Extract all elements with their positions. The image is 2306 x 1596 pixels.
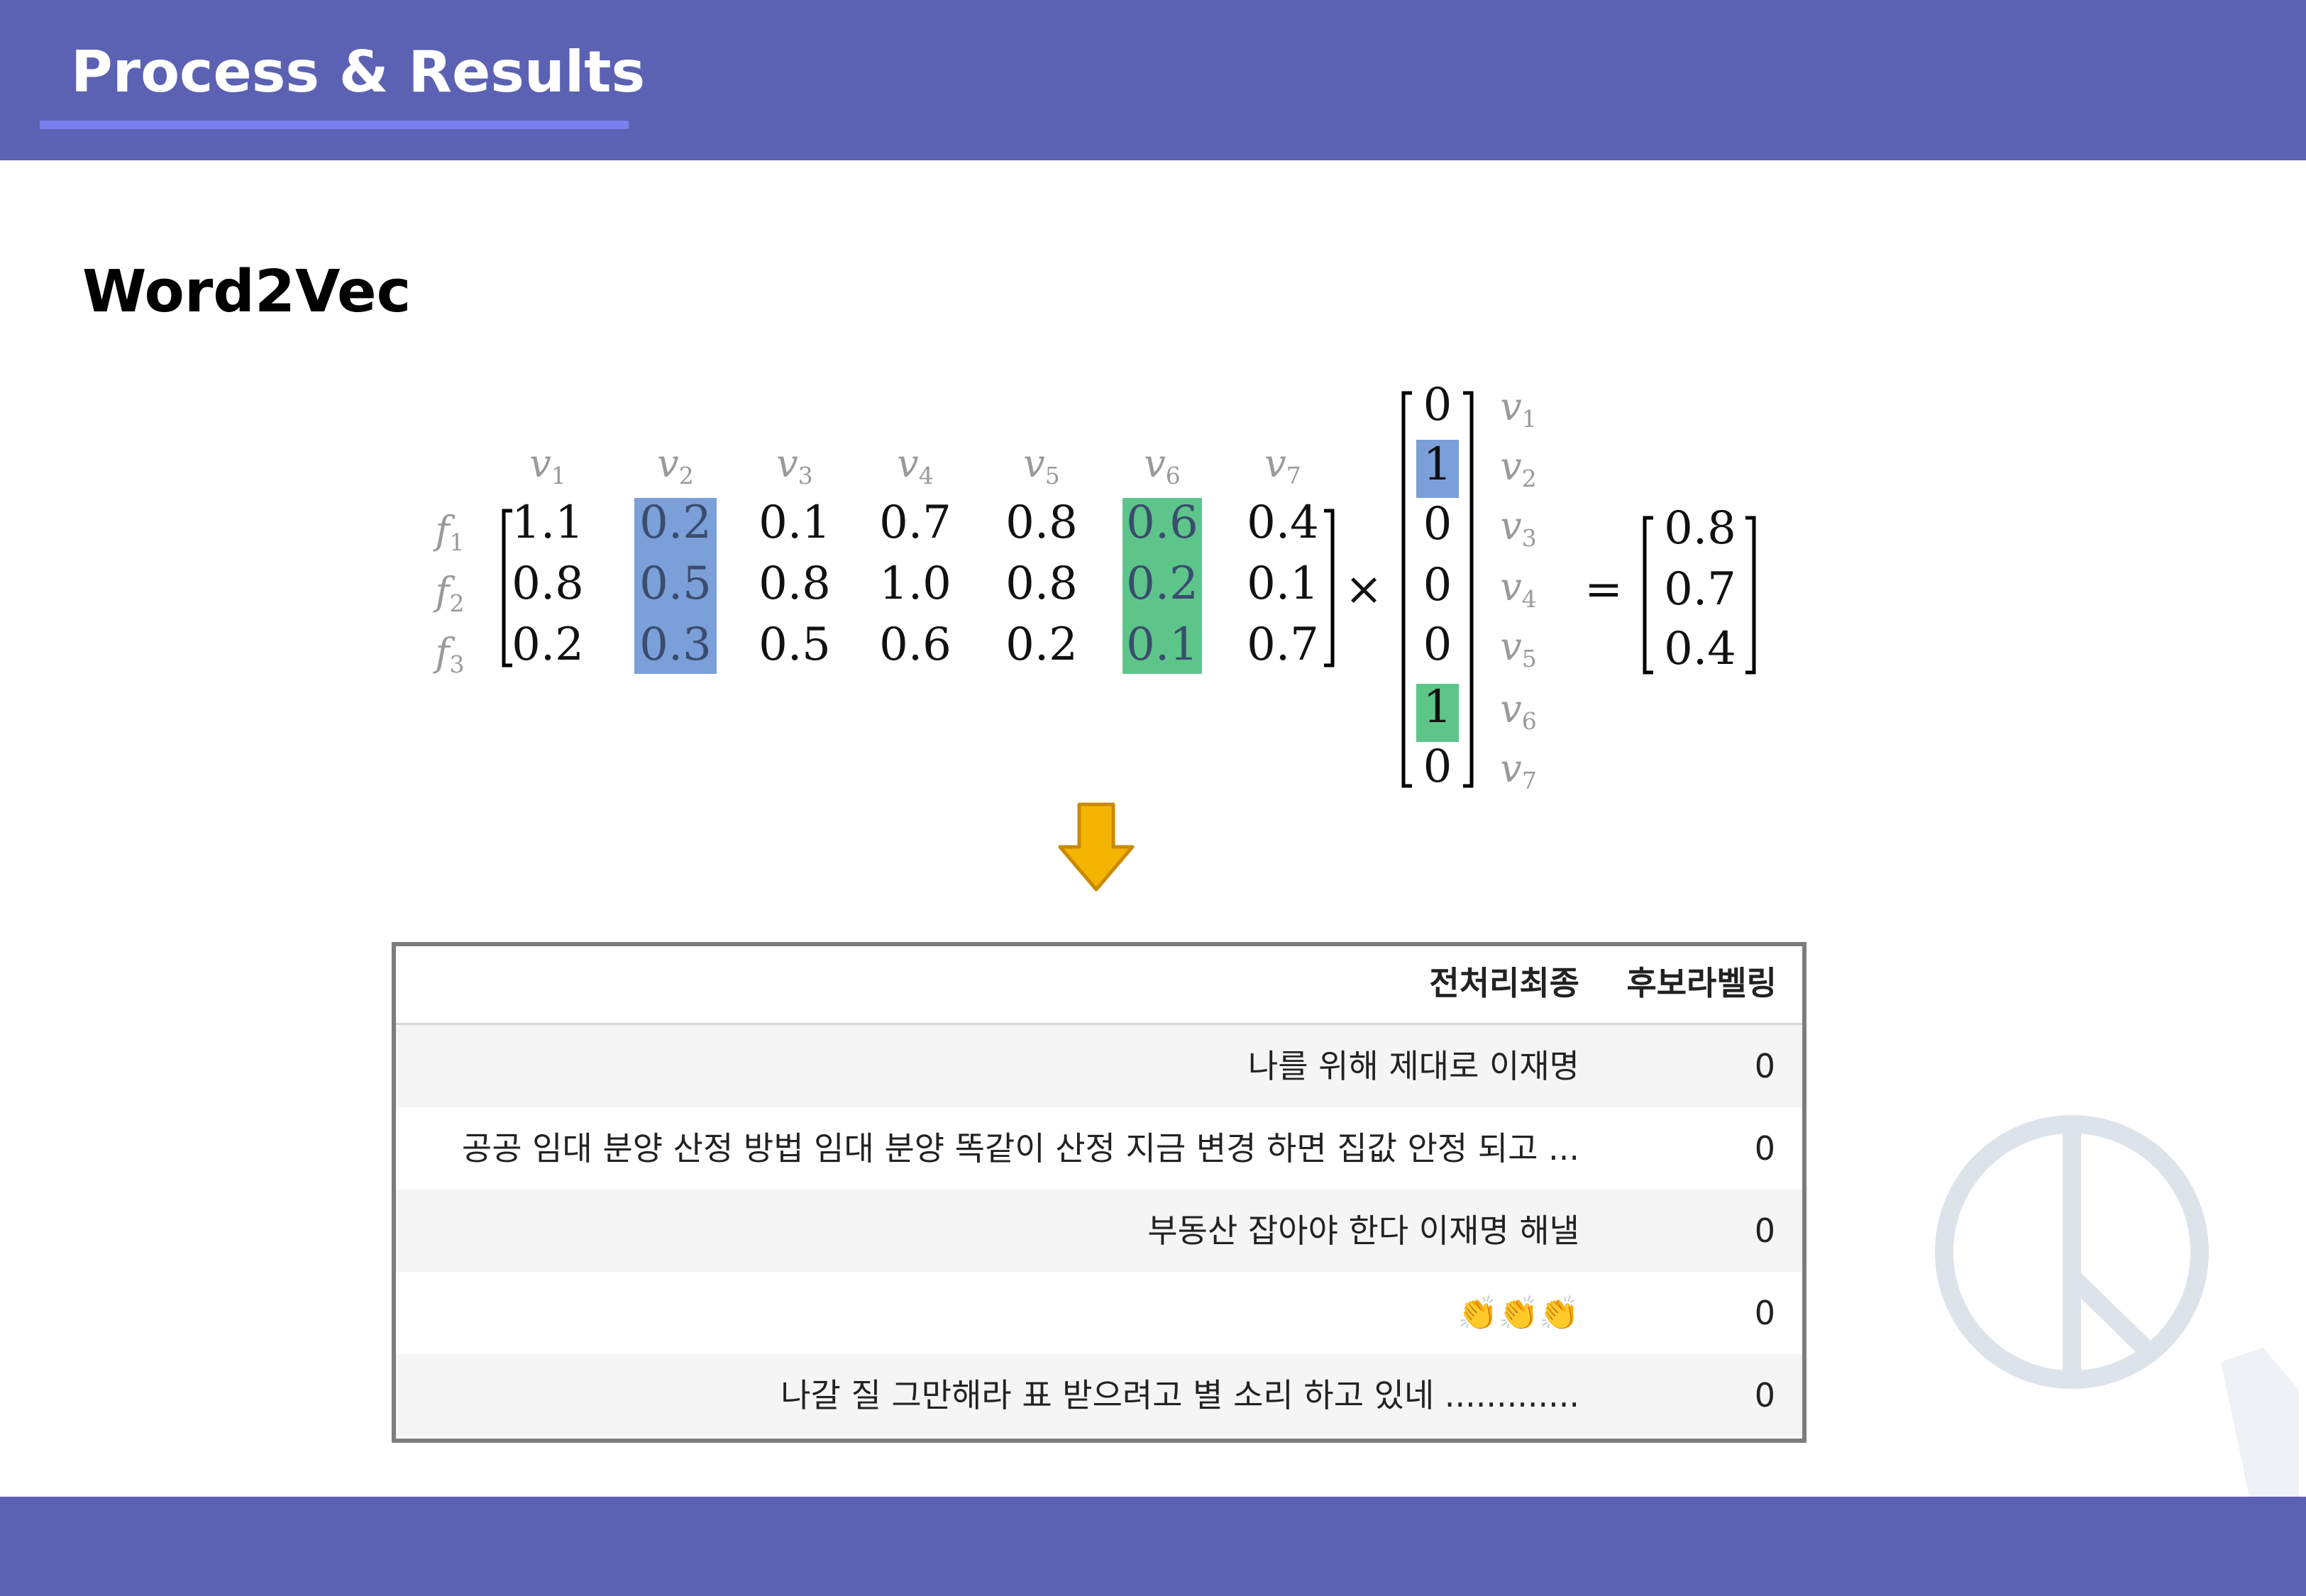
vector-cell: 0 <box>1423 559 1452 611</box>
column-label-v2: v2 <box>657 441 694 489</box>
down-arrow-icon <box>1058 802 1135 892</box>
column-label-v1: v1 <box>529 441 566 489</box>
table-header: 전처리최종 후보라벨링 <box>396 946 1802 1025</box>
matrix-cell: 0.1 <box>1126 619 1198 671</box>
header-bar: Process & Results <box>0 0 2306 160</box>
section-title: Word2Vec <box>82 258 412 326</box>
title-underline <box>40 121 629 129</box>
header-preprocessed: 전처리최종 <box>1429 964 1579 1002</box>
result-cell: 0.8 <box>1664 502 1736 555</box>
matrix-cell: 0.4 <box>1247 497 1319 549</box>
result-right-bracket <box>1745 516 1756 675</box>
table-row: 나를 위해 제대로 이재명 0 <box>396 1025 1802 1107</box>
matrix-cell: 0.2 <box>1005 619 1078 671</box>
row-label-f1: f1 <box>433 508 465 556</box>
vector-label-v4: v4 <box>1500 565 1537 613</box>
data-table: 전처리최종 후보라벨링 나를 위해 제대로 이재명 0 공공 임대 분양 산정 … <box>392 942 1806 1443</box>
matrix-cell: 0.6 <box>1126 497 1198 549</box>
result-cell: 0.4 <box>1664 623 1736 675</box>
table-row: 나갈 질 그만해라 표 받으려고 별 소리 하고 있네 ............… <box>396 1354 1802 1436</box>
row-text: 나를 위해 제대로 이재명 <box>1247 1047 1579 1085</box>
column-label-v7: v7 <box>1264 441 1301 489</box>
matrix-cell: 0.2 <box>1126 558 1198 610</box>
header-label: 후보라벨링 <box>1626 964 1777 1002</box>
matrix-cell: 0.6 <box>879 619 951 671</box>
party-logo-icon <box>1935 1115 2299 1497</box>
vector-cell: 1 <box>1423 438 1452 491</box>
matrix-cell: 0.8 <box>1005 558 1078 610</box>
matrix-cell: 0.8 <box>512 558 584 610</box>
vector-cell: 0 <box>1423 741 1452 793</box>
vector-cell: 0 <box>1423 619 1452 671</box>
matrix-cell: 0.8 <box>758 558 831 610</box>
vector-label-v2: v2 <box>1500 444 1537 492</box>
matrix-right-bracket <box>1324 509 1335 667</box>
result-left-bracket <box>1643 516 1653 675</box>
table-row: 부동산 잡아야 한다 이재명 해낼 0 <box>396 1190 1802 1272</box>
matrix-cell: 0.7 <box>879 497 951 549</box>
row-text: 부동산 잡아야 한다 이재명 해낼 <box>1147 1212 1579 1250</box>
result-cell: 0.7 <box>1664 563 1736 616</box>
vector-label-v5: v5 <box>1500 624 1537 672</box>
matrix-cell: 0.7 <box>1247 619 1319 671</box>
row-label-f3: f3 <box>433 630 465 678</box>
row-label: 0 <box>1754 1212 1775 1250</box>
column-label-v3: v3 <box>776 441 813 489</box>
multiply-operator: × <box>1345 563 1383 616</box>
matrix-cell: 0.1 <box>758 497 831 549</box>
vector-label-v1: v1 <box>1500 384 1537 433</box>
column-label-v4: v4 <box>897 441 934 489</box>
matrix-cell: 0.8 <box>1005 497 1078 549</box>
vector-label-v3: v3 <box>1500 504 1537 552</box>
matrix-cell: 0.5 <box>758 619 831 671</box>
table-row: 공공 임대 분양 산정 방법 임대 분양 똑같이 산정 지금 변경 하면 집값 … <box>396 1107 1802 1190</box>
row-label-f2: f2 <box>433 569 465 617</box>
row-text: 나갈 질 그만해라 표 받으려고 별 소리 하고 있네 ............… <box>780 1376 1579 1414</box>
footer-bar <box>0 1497 2306 1596</box>
matrix-cell: 0.5 <box>639 558 712 610</box>
vector-left-bracket <box>1401 391 1412 788</box>
row-label: 0 <box>1754 1047 1775 1085</box>
table-row: 👏👏👏 0 <box>396 1272 1802 1354</box>
vector-cell: 0 <box>1423 383 1452 431</box>
column-label-v5: v5 <box>1023 441 1060 489</box>
row-label: 0 <box>1754 1294 1775 1332</box>
matrix-cell: 1.0 <box>879 558 951 610</box>
row-text: 👏👏👏 <box>1457 1294 1579 1332</box>
vector-right-bracket <box>1463 391 1474 788</box>
matrix-cell: 0.2 <box>512 619 584 671</box>
word2vec-equation: v1 v2 v3 v4 v5 v6 v7 f1 f2 f3 1.1 0.2 0.1 0.7 0.8 0.6 0.… <box>433 383 1756 794</box>
matrix-cell: 0.1 <box>1247 558 1319 610</box>
row-label: 0 <box>1754 1129 1775 1168</box>
matrix-cell: 0.3 <box>639 619 712 671</box>
matrix-cell: 1.1 <box>512 497 584 549</box>
vector-cell: 1 <box>1423 681 1452 733</box>
vector-label-v7: v7 <box>1500 746 1537 794</box>
row-label: 0 <box>1754 1376 1775 1414</box>
vector-cell: 0 <box>1423 498 1452 550</box>
row-text: 공공 임대 분양 산정 방법 임대 분양 똑같이 산정 지금 변경 하면 집값 … <box>461 1129 1579 1168</box>
equals-operator: = <box>1584 563 1623 616</box>
column-label-v6: v6 <box>1144 441 1181 489</box>
matrix-cell: 0.2 <box>639 497 712 549</box>
page-title: Process & Results <box>71 39 646 105</box>
vector-label-v6: v6 <box>1500 687 1537 735</box>
